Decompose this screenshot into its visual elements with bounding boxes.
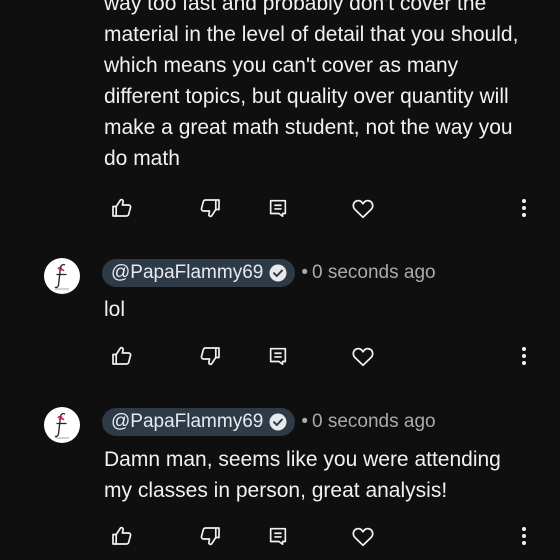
comment-actions bbox=[0, 518, 560, 554]
heart-button[interactable] bbox=[345, 518, 381, 554]
reply-button[interactable] bbox=[260, 518, 296, 554]
dislike-button[interactable] bbox=[192, 518, 228, 554]
more-vertical-icon bbox=[512, 524, 536, 548]
reply-comment-icon bbox=[267, 345, 289, 367]
more-options-button[interactable] bbox=[506, 338, 542, 374]
meta-separator: • bbox=[301, 262, 308, 283]
more-options-button[interactable] bbox=[506, 190, 542, 226]
comment-actions bbox=[0, 338, 560, 374]
thumb-up-icon bbox=[110, 524, 134, 548]
reply-comment-icon bbox=[267, 525, 289, 547]
like-button[interactable] bbox=[104, 190, 140, 226]
more-options-button[interactable] bbox=[506, 518, 542, 554]
comment-header: @PapaFlammy69 • 0 seconds ago bbox=[102, 258, 436, 288]
author-handle: @PapaFlammy69 bbox=[111, 411, 264, 432]
like-button[interactable] bbox=[104, 518, 140, 554]
dislike-button[interactable] bbox=[192, 190, 228, 226]
author-handle-chip[interactable]: @PapaFlammy69 bbox=[102, 408, 296, 436]
thumb-down-icon bbox=[198, 196, 222, 220]
reply-button[interactable] bbox=[260, 338, 296, 374]
avatar-logo-icon bbox=[45, 408, 79, 442]
heart-button[interactable] bbox=[345, 190, 381, 226]
avatar-logo-icon bbox=[45, 259, 79, 293]
heart-button[interactable] bbox=[345, 338, 381, 374]
reply-button[interactable] bbox=[260, 190, 296, 226]
comment-actions bbox=[0, 190, 560, 226]
verified-check-icon bbox=[269, 264, 287, 282]
reply-comment-icon bbox=[267, 197, 289, 219]
thumb-up-icon bbox=[110, 196, 134, 220]
heart-icon bbox=[350, 343, 376, 369]
comment-timestamp: 0 seconds ago bbox=[312, 411, 436, 432]
more-vertical-icon bbox=[512, 344, 536, 368]
heart-icon bbox=[350, 523, 376, 549]
comment-timestamp: 0 seconds ago bbox=[312, 262, 436, 283]
thumb-down-icon bbox=[198, 524, 222, 548]
meta-separator: • bbox=[301, 411, 308, 432]
verified-check-icon bbox=[269, 413, 287, 431]
heart-icon bbox=[350, 195, 376, 221]
author-handle: @PapaFlammy69 bbox=[111, 262, 264, 283]
thumb-down-icon bbox=[198, 344, 222, 368]
like-button[interactable] bbox=[104, 338, 140, 374]
comment-text: Damn man, seems like you were attending … bbox=[104, 448, 501, 502]
more-vertical-icon bbox=[512, 196, 536, 220]
avatar[interactable] bbox=[44, 407, 80, 443]
dislike-button[interactable] bbox=[192, 338, 228, 374]
avatar[interactable] bbox=[44, 258, 80, 294]
author-handle-chip[interactable]: @PapaFlammy69 bbox=[102, 259, 296, 287]
thumb-up-icon bbox=[110, 344, 134, 368]
comment-text: lol bbox=[104, 298, 126, 321]
comment-header: @PapaFlammy69 • 0 seconds ago bbox=[102, 407, 436, 437]
comment-text: way too fast and probably don't cover th… bbox=[104, 0, 519, 170]
